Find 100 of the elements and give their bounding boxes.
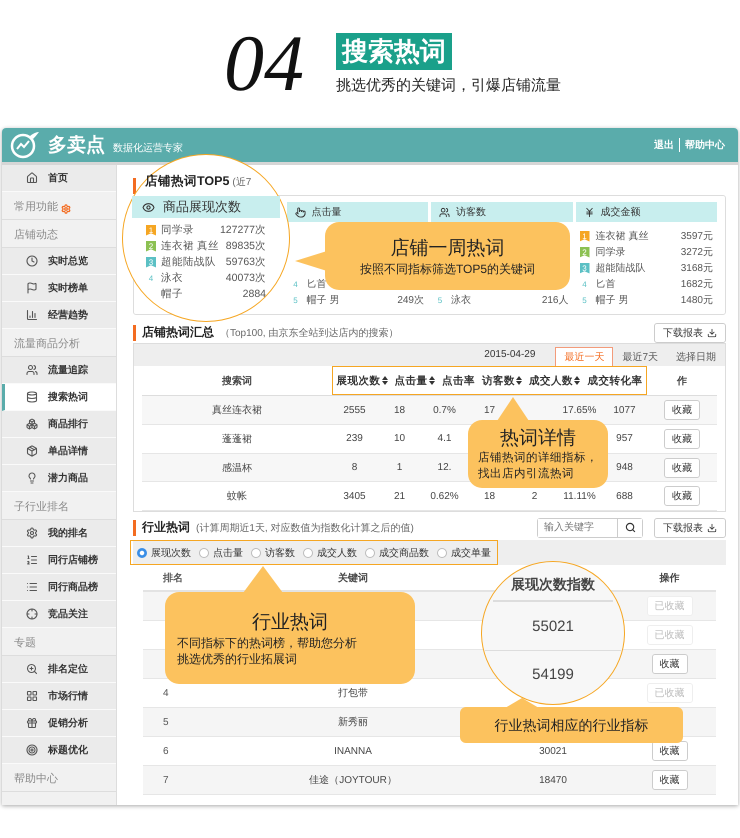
rank-number: 2 xyxy=(580,246,590,258)
download-button[interactable]: 下载报表 xyxy=(654,518,726,538)
sidebar-heading: 流量商品分析 xyxy=(14,336,80,351)
rank-number: 5 xyxy=(581,294,588,306)
search-field[interactable]: 输入关键字 xyxy=(537,518,643,538)
gift-icon xyxy=(26,717,38,729)
keyword: 帽子 男 xyxy=(596,294,630,307)
sort-icon[interactable] xyxy=(428,376,435,386)
logo-icon xyxy=(10,131,40,159)
range-tab[interactable]: 最近7天 xyxy=(613,346,667,366)
collect-button[interactable]: 收藏 xyxy=(664,428,700,449)
sidebar-item[interactable]: 单品详情 xyxy=(2,438,116,465)
metric-value: 40073次 xyxy=(226,271,266,285)
keyword: 帽子 男 xyxy=(306,294,340,307)
table-cell-text: 打包带 xyxy=(337,686,369,700)
hand-pointer-icon xyxy=(294,206,306,218)
radio-option[interactable]: 点击量 xyxy=(199,546,243,560)
sort-icon[interactable] xyxy=(382,376,388,386)
keyword: 超能陆战队 xyxy=(596,262,646,275)
home-icon xyxy=(26,172,38,184)
sidebar-heading: 常用功能 xyxy=(14,200,58,214)
target-icon xyxy=(26,744,38,756)
table-cell-text: 感温杯 xyxy=(221,462,253,475)
gear-icon xyxy=(26,527,38,539)
keyword: 连衣裙 真丝 xyxy=(596,230,650,243)
sidebar-item[interactable]: 搜索热词 xyxy=(2,384,116,411)
metric-value: 2884 xyxy=(242,288,266,300)
column-heading[interactable]: 成交人数 xyxy=(529,374,580,388)
metric-value: 1682元 xyxy=(680,278,713,291)
radio-option[interactable]: 成交单量 xyxy=(437,546,491,560)
sidebar-item[interactable]: 排名定位 xyxy=(2,656,116,683)
radio-icon[interactable] xyxy=(437,548,447,558)
sidebar-item[interactable]: 标题优化 xyxy=(2,737,116,764)
brand-tagline: 数据化运营专家 xyxy=(113,142,183,155)
users-icon xyxy=(26,364,38,376)
radio-option[interactable]: 展现次数 xyxy=(137,546,191,560)
radio-icon[interactable] xyxy=(365,548,375,558)
table-cell-text: 21 xyxy=(392,490,406,502)
section-heading: 店铺热词汇总 xyxy=(142,324,214,341)
rank-number: 3 xyxy=(146,256,156,268)
sidebar-item[interactable]: 促销分析 xyxy=(2,710,116,737)
radio-icon[interactable] xyxy=(199,548,209,558)
range-tab[interactable]: 选择日期 xyxy=(667,346,725,366)
column-heading[interactable]: 点击量 xyxy=(394,374,435,388)
table-cell-text: 4 xyxy=(162,688,170,698)
rank-number: 1 xyxy=(580,230,590,242)
sidebar-item[interactable]: 市场行情 xyxy=(2,683,116,710)
users-icon xyxy=(439,206,450,218)
callout-title: 行业热词 xyxy=(251,610,329,635)
brand-name: 多卖点 xyxy=(48,134,105,158)
sidebar-item[interactable]: 流量追踪 xyxy=(2,357,116,384)
keyword: 同学录 xyxy=(596,246,626,259)
column-heading[interactable]: 展现次数 xyxy=(336,374,388,388)
collect-button[interactable]: 收藏 xyxy=(664,458,700,478)
collect-button[interactable]: 收藏 xyxy=(664,400,700,420)
collect-button[interactable]: 收藏 xyxy=(664,486,700,506)
sidebar-item[interactable]: 实时榜单 xyxy=(2,275,116,302)
callout-text: 按照不同指标筛选TOP5的关键词 xyxy=(360,260,536,278)
collect-button[interactable]: 收藏 xyxy=(652,654,688,674)
sidebar-item[interactable]: 实时总览 xyxy=(2,248,116,275)
radio-icon[interactable] xyxy=(303,548,313,558)
column-title: 商品展现次数 xyxy=(163,198,241,216)
table-cell-text: INANNA xyxy=(333,746,373,756)
sidebar-item[interactable]: 同行店铺榜 xyxy=(2,547,116,574)
keyword: 泳衣 xyxy=(161,271,184,285)
keyword: 匕首 xyxy=(306,278,328,291)
table-cell-text: 佳途（JOYTOUR） xyxy=(308,774,398,787)
sort-icon[interactable] xyxy=(574,376,580,386)
column-title: 访客数 xyxy=(456,206,486,219)
table-cell-text: 0.62% xyxy=(429,490,460,502)
keyword: 帽子 xyxy=(161,287,184,301)
sort-icon[interactable] xyxy=(516,376,522,386)
sidebar-item[interactable]: 首页 xyxy=(2,165,116,192)
sidebar-item[interactable]: 商品排行 xyxy=(2,411,116,438)
download-button[interactable]: 下载报表 xyxy=(654,322,726,342)
sidebar-item[interactable]: 竞品关注 xyxy=(2,601,116,628)
keyword: 超能陆战队 xyxy=(161,255,217,269)
table-cell-text: 11.11% xyxy=(562,490,597,502)
radio-option[interactable]: 成交人数 xyxy=(303,546,357,560)
table-cell-text: 6 xyxy=(162,746,170,756)
column-heading[interactable]: 访客数 xyxy=(482,374,522,388)
sidebar-item[interactable]: 我的排名 xyxy=(2,520,116,547)
radio-icon[interactable] xyxy=(137,548,147,558)
section-note: (近7 xyxy=(232,176,252,189)
zoom-in-icon xyxy=(26,663,38,675)
collect-button[interactable]: 收藏 xyxy=(652,770,688,790)
sidebar-item[interactable]: 同行商品榜 xyxy=(2,574,116,601)
download-icon xyxy=(707,328,717,338)
radio-option[interactable]: 成交商品数 xyxy=(365,546,429,560)
column-heading: 点击率 xyxy=(442,374,475,388)
database-icon xyxy=(26,391,38,403)
sidebar-item[interactable]: 潜力商品 xyxy=(2,465,116,492)
radio-option[interactable]: 访客数 xyxy=(251,546,295,560)
table-cell-text: 18470 xyxy=(538,774,568,786)
table-cell-text: 17.65% xyxy=(562,404,598,416)
sidebar-item[interactable]: 经营趋势 xyxy=(2,302,116,329)
callout-title: 店铺一周热词 xyxy=(390,236,504,261)
radio-icon[interactable] xyxy=(251,548,261,558)
table-cell-text: 5 xyxy=(162,716,170,728)
collect-button[interactable]: 收藏 xyxy=(652,741,688,761)
